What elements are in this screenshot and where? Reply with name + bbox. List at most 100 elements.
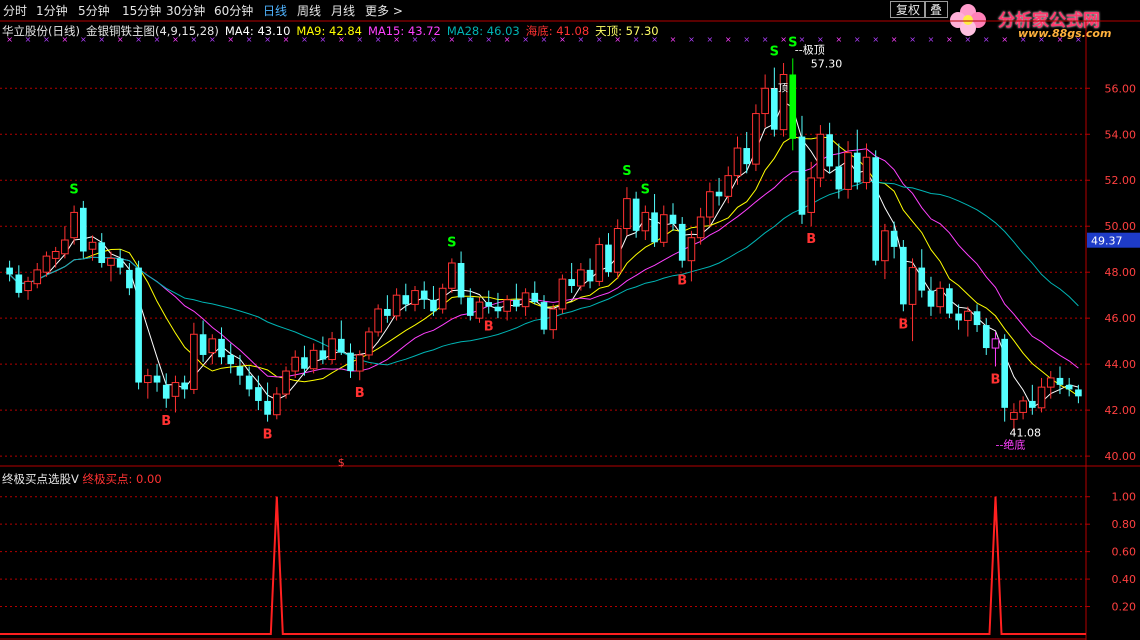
candle-body-up <box>42 255 51 273</box>
candle-body-up <box>964 310 972 321</box>
candle-body <box>605 244 612 273</box>
candle-body <box>669 214 677 224</box>
top-marker: × <box>43 35 50 44</box>
top-marker: × <box>117 35 124 44</box>
candle-body <box>826 134 833 167</box>
indicator-tick-label: 0.80 <box>1112 518 1137 531</box>
top-marker: × <box>909 35 916 44</box>
candle-body <box>715 191 723 197</box>
candle-body <box>466 297 474 316</box>
top-marker: × <box>62 35 69 44</box>
candle-body-up <box>51 251 60 259</box>
candle-body-up <box>374 308 382 333</box>
ma9-line <box>9 136 1079 397</box>
top-marker: × <box>135 35 142 44</box>
top-marker: × <box>633 35 640 44</box>
candle-body <box>1029 400 1036 408</box>
candle-body <box>337 338 345 353</box>
candle-body <box>301 357 308 369</box>
current-price-label: 49.37 <box>1091 235 1123 248</box>
top-marker: × <box>154 35 161 44</box>
top-marker: × <box>725 35 732 44</box>
top-marker: × <box>6 35 13 44</box>
candle-body <box>384 308 391 316</box>
candle-body <box>568 279 575 286</box>
candle-body-up <box>503 299 511 312</box>
ma4-line <box>9 100 1079 408</box>
indicator-tick-label: 0.60 <box>1112 546 1137 559</box>
top-annotation: --极顶 <box>795 42 825 56</box>
candle-body <box>245 375 253 390</box>
top-marker: × <box>467 35 474 44</box>
candle-body-up <box>88 241 97 250</box>
candle-body <box>199 334 207 355</box>
candle-body-up <box>659 214 668 243</box>
top-marker: × <box>412 35 419 44</box>
y-tick-label: 40.00 <box>1105 450 1137 463</box>
y-tick-label: 44.00 <box>1105 358 1137 371</box>
top-marker: × <box>449 35 456 44</box>
candle-body <box>255 387 262 401</box>
candle-body <box>955 313 962 321</box>
candle-body <box>485 302 493 307</box>
candle-body <box>79 207 87 252</box>
top-marker: × <box>743 35 750 44</box>
stock-chart[interactable]: 40.00 42.00 44.00 46.00 48.00 50.00 52.00 54.00… <box>0 0 1140 640</box>
ma15-line <box>9 148 1079 378</box>
candle-body-up <box>881 230 889 262</box>
candle-body <box>872 157 880 261</box>
candle-body <box>135 267 142 383</box>
candle-body-up <box>521 292 530 308</box>
candle-body <box>116 258 124 268</box>
candle-body <box>835 166 843 190</box>
candle-body <box>218 338 225 358</box>
candle-body-up <box>991 338 1000 349</box>
y-tick-label: 56.00 <box>1105 82 1137 95</box>
candle-body-up <box>143 375 152 384</box>
candle-body-up <box>706 191 714 218</box>
candle-body <box>162 384 170 399</box>
top-marker: × <box>338 35 345 44</box>
candle-body <box>890 230 898 247</box>
top-marker: × <box>264 35 271 44</box>
candle-body <box>586 269 594 282</box>
top-marker: × <box>191 35 198 44</box>
top-marker: × <box>209 35 216 44</box>
top-marker: × <box>246 35 253 44</box>
candle-body-up <box>687 237 696 262</box>
candle-body <box>651 212 658 243</box>
candle-body <box>347 352 354 372</box>
candle-body-up <box>613 228 622 273</box>
candle-body-up <box>549 308 558 331</box>
buy-signal: B <box>898 317 908 332</box>
candle-body <box>513 299 520 307</box>
indicator-tick-label: 0.20 <box>1112 601 1137 614</box>
candle-body-up <box>365 331 373 356</box>
candle-body-up <box>291 356 300 372</box>
y-tick-label: 48.00 <box>1105 266 1137 279</box>
candle-body-up <box>309 349 318 370</box>
candle-body-up <box>641 211 650 232</box>
buy-signal: B <box>677 274 687 289</box>
candle-body-up <box>33 269 42 285</box>
candle-body <box>531 292 539 303</box>
ma28-line <box>9 180 1079 366</box>
sell-signal: S <box>69 183 78 198</box>
top-marker: × <box>485 35 492 44</box>
candle-body-up <box>733 147 742 177</box>
candle-body <box>1001 338 1009 408</box>
candle-body <box>227 354 235 365</box>
top-marker: × <box>320 35 327 44</box>
candle-body <box>430 299 437 312</box>
candle-body-up <box>392 294 401 317</box>
candle-body-up <box>411 290 419 305</box>
buy-point-line <box>0 496 1086 635</box>
candle-body <box>319 350 327 360</box>
candle-body-up <box>328 338 336 361</box>
candle-body-up <box>577 269 585 287</box>
candle-body <box>457 262 465 298</box>
indicator-tick-label: 1.00 <box>1112 491 1137 504</box>
candle-body-up <box>282 370 290 395</box>
buy-signal: B <box>484 320 494 335</box>
top-marker: × <box>983 35 990 44</box>
